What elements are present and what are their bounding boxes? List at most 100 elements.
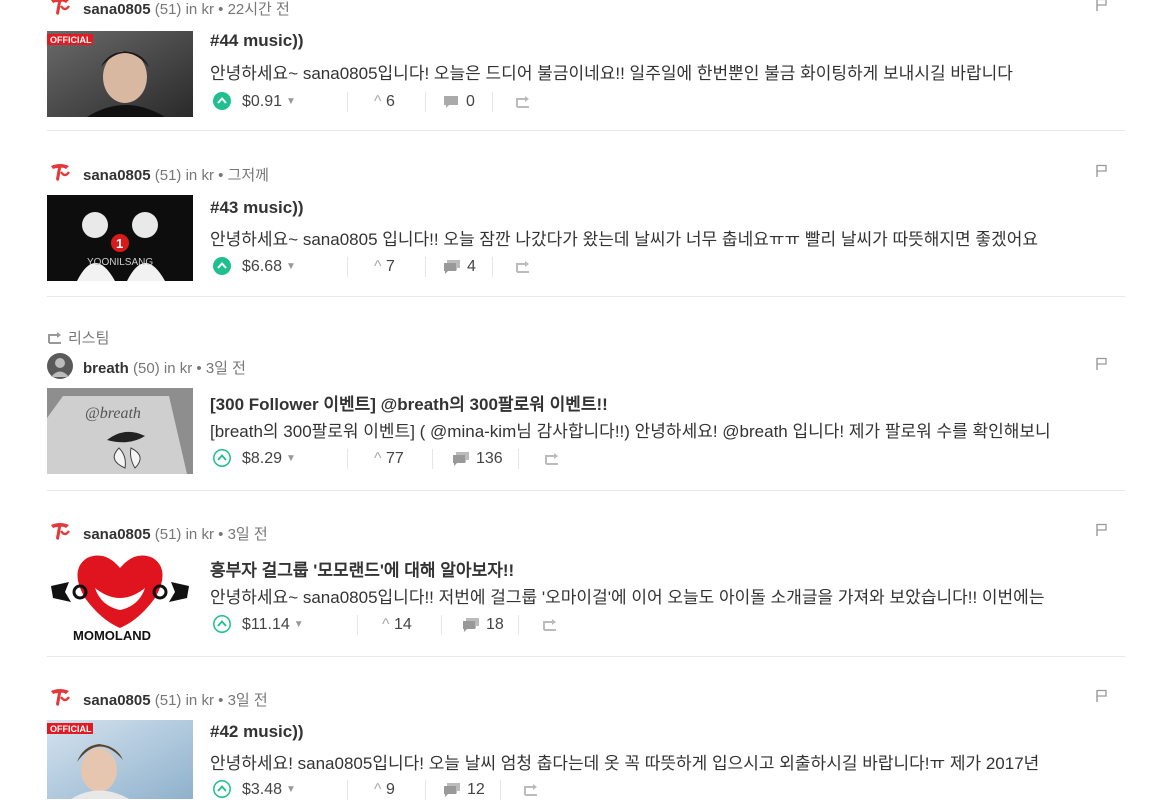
post-thumbnail[interactable]: MOMOLAND (47, 554, 193, 640)
votes-count[interactable]: ^ 77 (374, 447, 404, 471)
post-title[interactable]: #43 music)) (210, 198, 304, 218)
resteem-label: 리스팀 (68, 330, 110, 347)
author-reputation: (51) (154, 167, 182, 184)
category-link[interactable]: kr (201, 692, 214, 709)
author-link[interactable]: sana0805 (83, 1, 151, 18)
payout-value: $6.68 (242, 258, 283, 275)
upvote-button[interactable] (213, 613, 231, 637)
author-link[interactable]: breath (83, 360, 129, 377)
comments-link[interactable]: 12 (443, 778, 485, 802)
post-thumbnail[interactable]: 1 YOONILSANG (47, 195, 193, 281)
post-excerpt[interactable]: [breath의 300팔로워 이벤트] ( @mina-kim님 감사합니다!… (210, 417, 1120, 442)
chevron-up-icon: ^ (374, 93, 382, 110)
payout-dropdown[interactable]: $6.68 ▼ (242, 255, 296, 279)
post-header: sana0805 (51) in kr • 22시간 전 (47, 0, 1125, 20)
resteem-button[interactable] (542, 613, 558, 637)
post-thumbnail[interactable]: OFFICIAL (47, 31, 193, 117)
post-title[interactable]: #42 music)) (210, 722, 304, 742)
post-time[interactable]: 22시간 전 (228, 1, 290, 18)
votes-count[interactable]: ^ 6 (374, 90, 395, 114)
votes-count[interactable]: ^ 14 (382, 613, 412, 637)
post-header: sana0805 (51) in kr • 3일 전 (47, 519, 1125, 545)
thumb-caption: @breath (85, 405, 141, 422)
flag-icon[interactable] (1096, 523, 1108, 537)
flag-icon[interactable] (1096, 0, 1108, 12)
post-thumbnail[interactable]: OFFICIAL (47, 720, 193, 799)
svg-text:1: 1 (116, 236, 123, 251)
votes-value: 6 (385, 93, 395, 110)
post-excerpt[interactable]: 안녕하세요~ sana0805입니다!! 저번에 걸그룹 '오마이걸'에 이어 … (210, 583, 1120, 608)
meta-dot: • (218, 526, 224, 543)
payout-dropdown[interactable]: $8.29 ▼ (242, 447, 296, 471)
author-link[interactable]: sana0805 (83, 692, 151, 709)
category-link[interactable]: kr (201, 526, 214, 543)
comments-link[interactable]: 0 (443, 90, 475, 114)
payout-dropdown[interactable]: $3.48 ▼ (242, 778, 296, 802)
post-footer: $11.14 ▼ ^ 14 18 (210, 613, 1110, 637)
post-title[interactable]: [300 Follower 이벤트] @breath의 300팔로워 이벤트!! (210, 390, 608, 415)
author-link[interactable]: sana0805 (83, 526, 151, 543)
votes-count[interactable]: ^ 7 (374, 255, 395, 279)
category-link[interactable]: kr (180, 360, 193, 377)
post-excerpt[interactable]: 안녕하세요~ sana0805입니다! 오늘은 드디어 불금이네요!! 일주일에… (210, 59, 1120, 84)
flag-icon[interactable] (1096, 689, 1108, 703)
post-header: breath (50) in kr • 3일 전 (47, 353, 1125, 379)
avatar[interactable] (47, 519, 73, 545)
category-link[interactable]: kr (201, 167, 214, 184)
in-label: in (185, 167, 198, 184)
in-label: in (185, 526, 198, 543)
post-excerpt[interactable]: 안녕하세요! sana0805입니다! 오늘 날씨 엄청 춥다는데 옷 꼭 따뜻… (210, 749, 1120, 774)
votes-count[interactable]: ^ 9 (374, 778, 395, 802)
category-link[interactable]: kr (201, 1, 214, 18)
post-thumbnail[interactable]: @breath (47, 388, 193, 474)
resteem-icon (545, 453, 558, 465)
post-time[interactable]: 3일 전 (228, 526, 268, 543)
avatar[interactable] (47, 685, 73, 711)
meta-dot: • (218, 692, 224, 709)
post-title[interactable]: #44 music)) (210, 31, 304, 51)
comments-value: 0 (466, 93, 475, 110)
thumb-badge: OFFICIAL (50, 724, 92, 734)
post-time[interactable]: 3일 전 (206, 360, 246, 377)
resteem-button[interactable] (544, 447, 560, 471)
avatar[interactable] (47, 160, 73, 186)
comments-value: 12 (467, 781, 485, 798)
upvote-button[interactable] (213, 255, 231, 279)
post-header: sana0805 (51) in kr • 3일 전 (47, 685, 1125, 711)
payout-dropdown[interactable]: $0.91 ▼ (242, 90, 296, 114)
post-footer: $3.48 ▼ ^ 9 12 (210, 778, 1110, 802)
resteem-button[interactable] (523, 778, 539, 802)
post-excerpt[interactable]: 안녕하세요~ sana0805 입니다!! 오늘 잠깐 나갔다가 왔는데 날씨가… (210, 225, 1120, 250)
avatar[interactable] (47, 353, 73, 379)
flag-icon[interactable] (1096, 357, 1108, 371)
avatar[interactable] (47, 0, 73, 20)
comments-link[interactable]: 4 (443, 255, 476, 279)
comments-link[interactable]: 136 (452, 447, 503, 471)
upvote-button[interactable] (213, 447, 231, 471)
upvote-button[interactable] (213, 778, 231, 802)
post-card: 리스팀 breath (50) in kr • 3일 전 @breath [30… (47, 325, 1125, 491)
resteem-button[interactable] (515, 90, 531, 114)
flag-icon[interactable] (1096, 164, 1108, 178)
payout-value: $11.14 (242, 616, 290, 633)
resteem-button[interactable] (515, 255, 531, 279)
post-time[interactable]: 그저께 (228, 167, 269, 184)
author-link[interactable]: sana0805 (83, 167, 151, 184)
upvote-icon (213, 615, 231, 633)
payout-dropdown[interactable]: $11.14 ▼ (242, 613, 304, 637)
author-reputation: (51) (154, 1, 182, 18)
in-label: in (185, 1, 198, 18)
votes-value: 14 (393, 616, 412, 633)
post-title[interactable]: 흥부자 걸그룹 '모모랜드'에 대해 알아보자!! (210, 556, 514, 581)
comments-link[interactable]: 18 (462, 613, 504, 637)
votes-value: 7 (385, 258, 395, 275)
payout-value: $0.91 (242, 93, 283, 110)
post-footer: $6.68 ▼ ^ 7 4 (210, 255, 1110, 279)
author-reputation: (51) (154, 692, 182, 709)
comments-icon (444, 260, 460, 274)
chevron-down-icon: ▼ (286, 261, 296, 272)
comments-icon (463, 618, 479, 632)
upvote-button[interactable] (213, 90, 231, 114)
chevron-down-icon: ▼ (286, 453, 296, 464)
post-time[interactable]: 3일 전 (228, 692, 268, 709)
